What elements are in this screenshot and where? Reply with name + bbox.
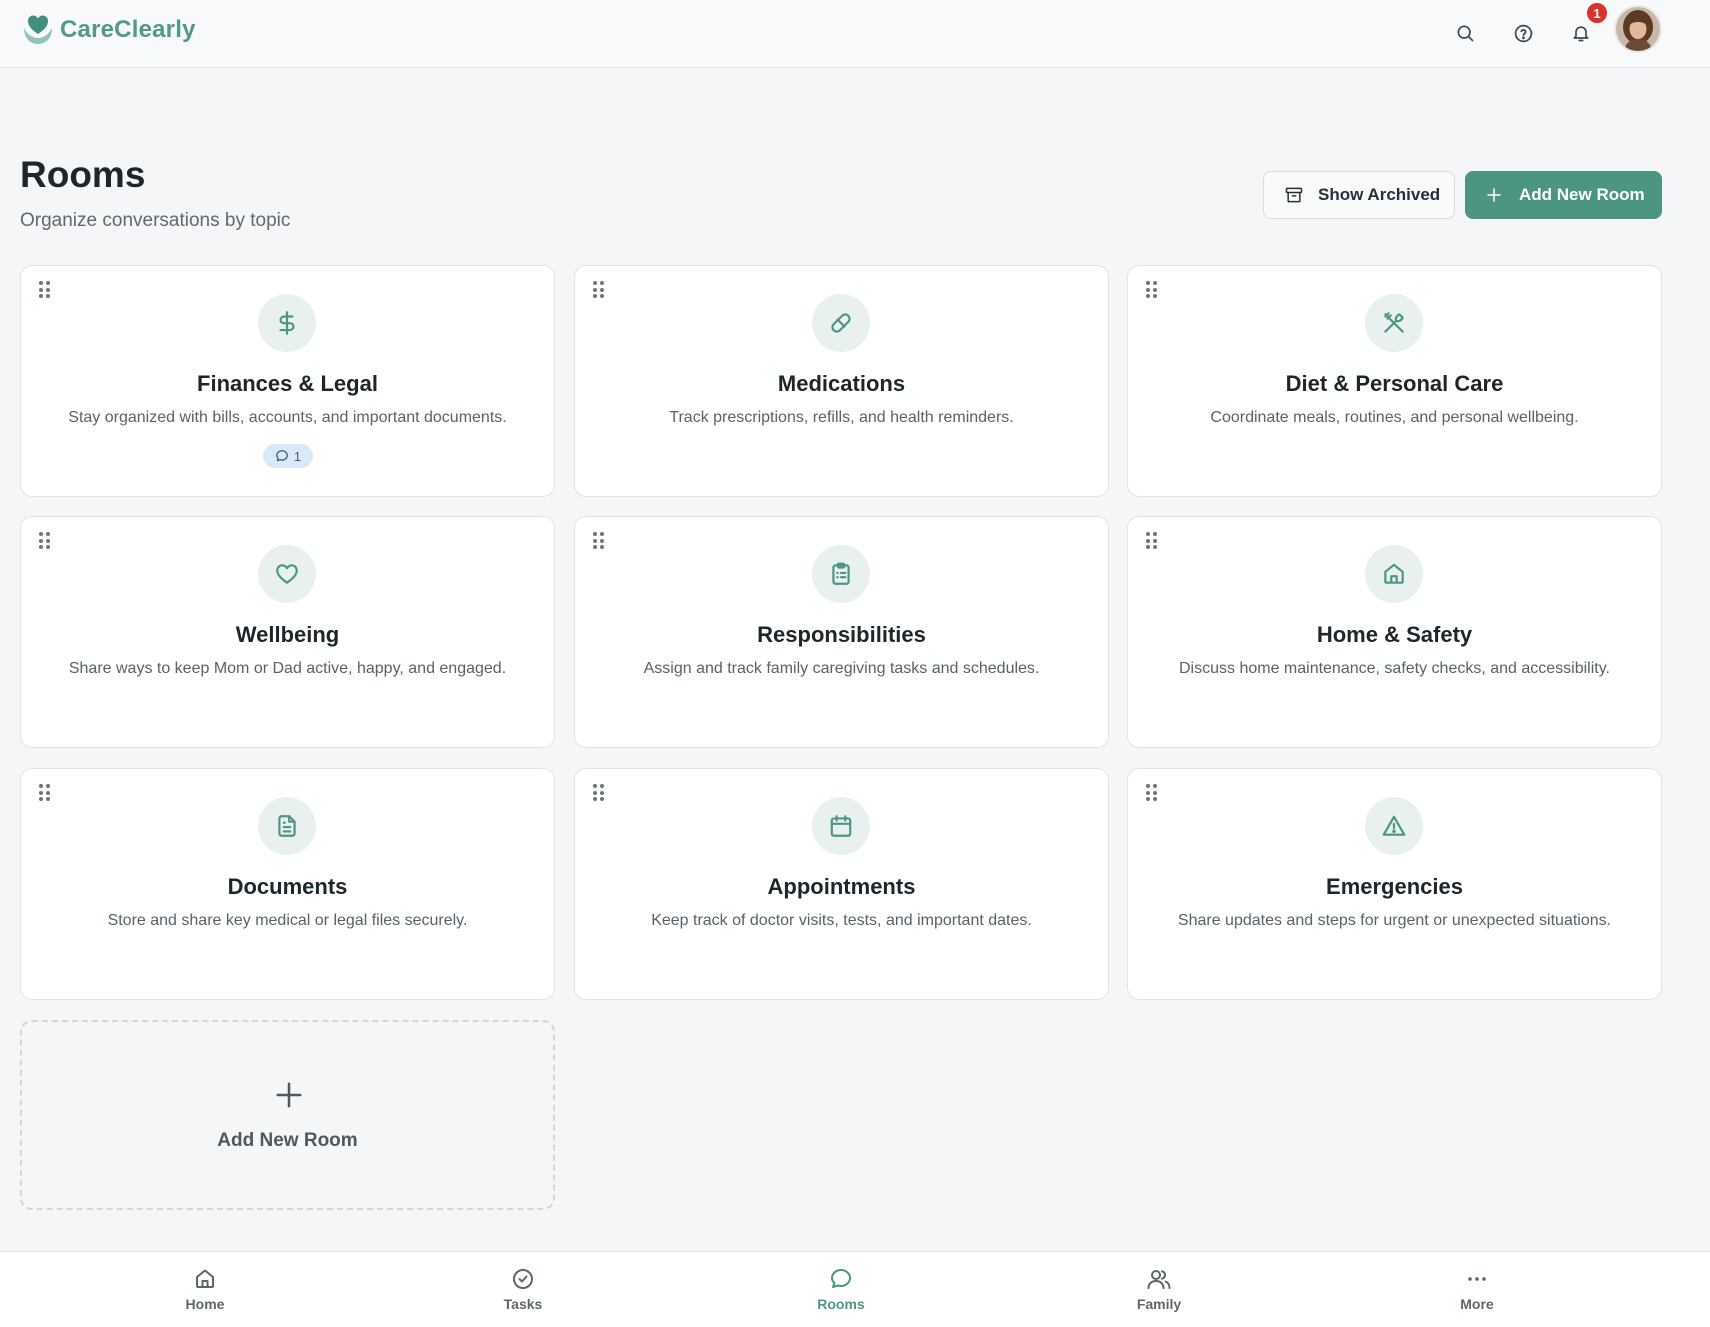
drag-handle-icon[interactable] xyxy=(39,281,53,299)
room-title: Diet & Personal Care xyxy=(1285,371,1504,396)
drag-handle-icon[interactable] xyxy=(39,532,53,550)
room-card-wellbeing[interactable]: Wellbeing Share ways to keep Mom or Dad … xyxy=(20,516,555,748)
search-icon xyxy=(1457,25,1474,42)
home-icon xyxy=(196,1269,214,1288)
nav-label: More xyxy=(1460,1296,1494,1312)
room-description: Stay organized with bills, accounts, and… xyxy=(68,409,507,426)
heart-icon xyxy=(276,564,298,584)
pill-icon xyxy=(831,313,851,333)
nav-more[interactable]: More xyxy=(1417,1266,1537,1312)
room-card-emergencies[interactable]: Emergencies Share updates and steps for … xyxy=(1127,768,1662,1000)
dollar-icon xyxy=(279,311,295,335)
help-icon xyxy=(1514,24,1532,42)
warning-icon xyxy=(1382,815,1406,836)
room-description: Share updates and steps for urgent or un… xyxy=(1177,912,1612,929)
search-button[interactable] xyxy=(1448,16,1482,50)
message-count-badge: 1 xyxy=(263,444,313,468)
nav-label: Family xyxy=(1136,1296,1182,1312)
show-archived-label: Show Archived xyxy=(1318,185,1441,204)
show-archived-button[interactable]: Show Archived xyxy=(1263,171,1455,219)
nav-family[interactable]: Family xyxy=(1099,1266,1219,1312)
room-title: Medications xyxy=(777,371,906,396)
user-avatar[interactable] xyxy=(1614,5,1662,53)
room-card-diet-personal-care[interactable]: Diet & Personal Care Coordinate meals, r… xyxy=(1127,265,1662,497)
room-icon-wrap xyxy=(812,294,870,352)
room-card-home-safety[interactable]: Home & Safety Discuss home maintenance, … xyxy=(1127,516,1662,748)
room-card-responsibilities[interactable]: Responsibilities Assign and track family… xyxy=(574,516,1109,748)
help-button[interactable] xyxy=(1506,16,1540,50)
drag-handle-icon[interactable] xyxy=(1146,784,1160,802)
drag-handle-icon[interactable] xyxy=(593,281,607,299)
room-description: Assign and track family caregiving tasks… xyxy=(643,660,1040,677)
archive-icon xyxy=(1285,187,1303,203)
room-icon-wrap xyxy=(1365,294,1423,352)
room-icon-wrap xyxy=(258,797,316,855)
drag-handle-icon[interactable] xyxy=(593,532,607,550)
nav-label: Home xyxy=(185,1296,225,1312)
room-description: Track prescriptions, refills, and health… xyxy=(669,409,1014,426)
message-count: 1 xyxy=(293,448,302,464)
room-icon-wrap xyxy=(1365,545,1423,603)
room-icon-wrap xyxy=(812,545,870,603)
top-bar: CareClearly 1 xyxy=(0,0,1710,68)
brand-logo[interactable]: CareClearly xyxy=(20,12,196,48)
room-icon-wrap xyxy=(258,294,316,352)
plus-icon xyxy=(1487,188,1501,202)
room-icon-wrap xyxy=(258,545,316,603)
page-title: Rooms xyxy=(20,154,146,195)
bottom-nav: Home Tasks Rooms Family More xyxy=(0,1251,1710,1327)
room-title: Documents xyxy=(227,874,348,899)
drag-handle-icon[interactable] xyxy=(1146,281,1160,299)
room-card-finances-legal[interactable]: Finances & Legal Stay organized with bil… xyxy=(20,265,555,497)
plus-icon xyxy=(276,1082,302,1108)
room-card-documents[interactable]: Documents Store and share key medical or… xyxy=(20,768,555,1000)
room-card-medications[interactable]: Medications Track prescriptions, refills… xyxy=(574,265,1109,497)
nav-tasks[interactable]: Tasks xyxy=(463,1266,583,1312)
room-icon-wrap xyxy=(812,797,870,855)
drag-handle-icon[interactable] xyxy=(1146,532,1160,550)
chat-bubble-icon xyxy=(275,450,288,462)
utensils-icon xyxy=(1384,312,1404,333)
document-icon xyxy=(278,815,296,837)
add-new-room-card-label: Add New Room xyxy=(217,1130,358,1151)
add-new-room-button[interactable]: Add New Room xyxy=(1465,171,1662,219)
room-title: Emergencies xyxy=(1326,874,1463,899)
page-subtitle: Organize conversations by topic xyxy=(20,210,291,231)
nav-rooms[interactable]: Rooms xyxy=(781,1266,901,1312)
room-description: Coordinate meals, routines, and personal… xyxy=(1210,409,1579,426)
clipboard-icon xyxy=(832,562,850,585)
more-icon xyxy=(1468,1277,1486,1281)
house-icon xyxy=(1384,563,1404,584)
bell-icon xyxy=(1573,26,1589,42)
drag-handle-icon[interactable] xyxy=(39,784,53,802)
add-new-room-label: Add New Room xyxy=(1519,185,1645,204)
room-description: Share ways to keep Mom or Dad active, ha… xyxy=(68,660,507,677)
heart-hands-logo-icon xyxy=(24,15,52,44)
add-new-room-card[interactable]: Add New Room xyxy=(20,1020,555,1210)
room-title: Finances & Legal xyxy=(197,371,378,396)
room-card-appointments[interactable]: Appointments Keep track of doctor visits… xyxy=(574,768,1109,1000)
drag-handle-icon[interactable] xyxy=(593,784,607,802)
room-description: Discuss home maintenance, safety checks,… xyxy=(1178,660,1610,677)
room-title: Appointments xyxy=(767,874,916,899)
nav-label: Tasks xyxy=(503,1296,543,1312)
room-description: Keep track of doctor visits, tests, and … xyxy=(651,912,1032,929)
brand-name: CareClearly xyxy=(60,16,196,43)
check-circle-icon xyxy=(513,1269,533,1289)
room-icon-wrap xyxy=(1365,797,1423,855)
nav-label: Rooms xyxy=(817,1296,865,1312)
calendar-icon xyxy=(830,815,852,837)
room-title: Responsibilities xyxy=(757,622,926,647)
users-icon xyxy=(1147,1270,1171,1289)
chat-icon xyxy=(831,1269,851,1288)
notification-badge: 1 xyxy=(1585,1,1609,25)
nav-home[interactable]: Home xyxy=(145,1266,265,1312)
avatar-photo-icon xyxy=(1616,7,1660,51)
room-description: Store and share key medical or legal fil… xyxy=(107,912,468,929)
room-title: Home & Safety xyxy=(1316,622,1473,647)
room-title: Wellbeing xyxy=(235,622,340,647)
